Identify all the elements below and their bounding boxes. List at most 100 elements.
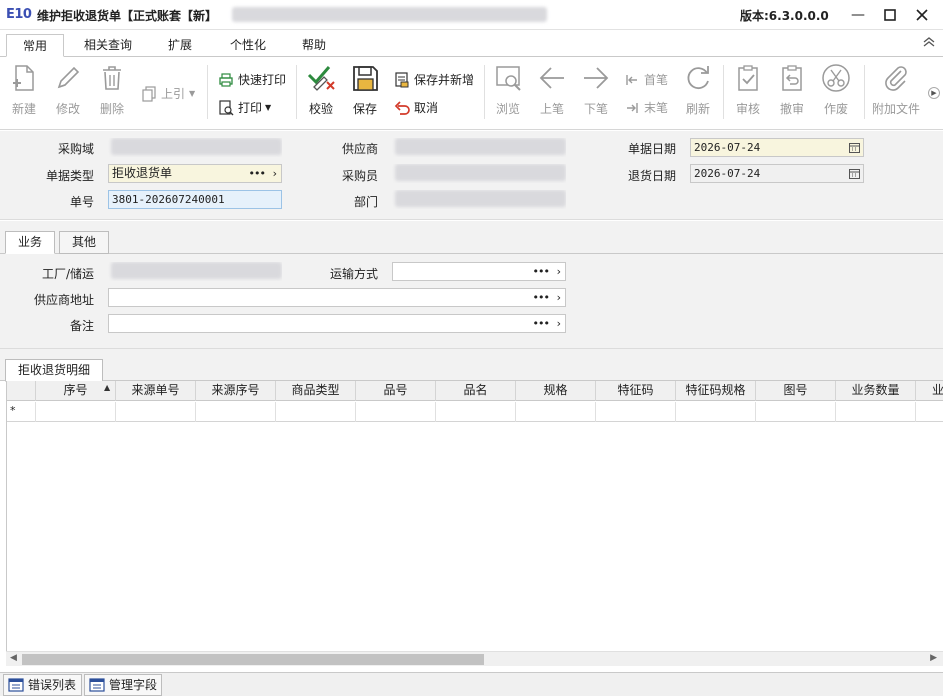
remark-label: 备注	[69, 319, 94, 333]
column-header[interactable]: 图号	[756, 381, 836, 401]
redacted-value	[111, 262, 282, 279]
attach-file-button[interactable]: 附加文件	[868, 57, 924, 127]
tab-reject-return-detail[interactable]: 拒收退货明细	[5, 359, 103, 382]
tab-common[interactable]: 常用	[6, 34, 64, 57]
refresh-button[interactable]: 刷新	[676, 57, 720, 127]
column-header[interactable]: 业务数量	[836, 381, 916, 401]
table-row[interactable]: *	[7, 402, 943, 422]
browse-icon	[496, 66, 521, 91]
arrow-left-icon	[539, 67, 564, 89]
scroll-left-icon[interactable]: ◀	[10, 653, 17, 663]
toolbar-separator	[723, 65, 724, 119]
doc-type-field[interactable]: 拒收退货单 ••• ›	[108, 164, 282, 183]
prev-record-button[interactable]: 上笔	[530, 57, 574, 127]
toolbar-separator	[484, 65, 485, 119]
plant-field[interactable]	[108, 262, 282, 281]
supplier-address-field[interactable]: ••• ›	[108, 288, 566, 307]
column-header[interactable]: 品号	[356, 381, 436, 401]
header-form: 采购域 单据类型 拒收退货单 ••• › 单号 3801-20260724000…	[0, 131, 943, 220]
purchase-domain-field[interactable]	[108, 138, 282, 157]
tab-other[interactable]: 其他	[59, 231, 109, 254]
doc-date-label: 单据日期	[627, 142, 676, 156]
tab-personalize[interactable]: 个性化	[222, 34, 274, 57]
bottom-tab-bar: 错误列表 管理字段	[0, 672, 943, 696]
ellipsis-icon[interactable]: •••	[533, 315, 550, 332]
tab-business[interactable]: 业务	[5, 231, 55, 254]
chevron-right-icon[interactable]: ›	[273, 165, 277, 182]
ellipsis-icon[interactable]: •••	[533, 263, 550, 280]
approve-button[interactable]: 审核	[726, 57, 770, 127]
horizontal-scrollbar[interactable]: ◀ ▶	[6, 651, 943, 666]
detail-grid[interactable]: 序号 来源单号 来源序号 商品类型 品号 品名 规格 特征码 特征码规格 图号 …	[6, 381, 943, 653]
plant-label: 工厂/储运	[41, 267, 94, 281]
tab-extend[interactable]: 扩展	[156, 34, 204, 57]
column-header[interactable]: 规格	[516, 381, 596, 401]
window-title: 维护拒收退货单【正式账套【新】	[37, 9, 218, 23]
cancel-button[interactable]: 取消	[394, 98, 444, 118]
column-header[interactable]: 品名	[436, 381, 516, 401]
ellipsis-icon[interactable]: •••	[249, 165, 266, 182]
calendar-icon[interactable]	[849, 168, 860, 179]
tab-help[interactable]: 帮助	[292, 34, 336, 57]
doc-type-label: 单据类型	[45, 169, 94, 183]
new-button[interactable]: 新建	[2, 57, 46, 127]
quick-print-button[interactable]: 快速打印	[218, 70, 292, 90]
purchase-domain-label: 采购域	[57, 142, 94, 156]
pencil-icon	[57, 66, 80, 89]
void-scissors-icon	[822, 64, 850, 92]
chevron-right-icon[interactable]: ›	[557, 263, 561, 280]
modify-button[interactable]: 修改	[46, 57, 90, 127]
chevron-right-icon[interactable]: ›	[557, 289, 561, 306]
toolbar-more-icon[interactable]: ▶	[928, 87, 940, 99]
save-button[interactable]: 保存	[343, 57, 387, 127]
doc-no-field[interactable]: 3801-202607240001	[108, 190, 282, 209]
browse-button[interactable]: 浏览	[486, 57, 530, 127]
dept-field[interactable]	[392, 190, 566, 209]
void-button[interactable]: 作废	[814, 57, 858, 127]
scroll-right-icon[interactable]: ▶	[930, 653, 937, 663]
verify-check-icon	[307, 66, 335, 91]
save-and-new-button[interactable]: 保存并新增	[394, 70, 480, 90]
maximize-icon[interactable]	[878, 4, 902, 26]
remark-field[interactable]: ••• ›	[108, 314, 566, 333]
column-header[interactable]: 商品类型	[276, 381, 356, 401]
column-header[interactable]: 来源单号	[116, 381, 196, 401]
calendar-icon[interactable]	[849, 142, 860, 153]
redacted-value	[395, 164, 566, 181]
tab-manage-fields[interactable]: 管理字段	[84, 674, 162, 696]
column-header[interactable]: 来源序号	[196, 381, 276, 401]
doc-date-field[interactable]: 2026-07-24	[690, 138, 864, 157]
delete-button[interactable]: 删除	[90, 57, 134, 127]
column-header[interactable]: 特征码	[596, 381, 676, 401]
print-button[interactable]: 打印 ▼	[218, 98, 278, 118]
ellipsis-icon[interactable]: •••	[533, 289, 550, 306]
tab-error-list[interactable]: 错误列表	[3, 674, 82, 696]
scrollbar-thumb[interactable]	[22, 654, 484, 665]
sort-ascending-icon: ▲	[104, 383, 111, 392]
verify-button[interactable]: 校验	[299, 57, 343, 127]
trash-icon	[103, 66, 121, 90]
return-date-field[interactable]: 2026-07-24	[690, 164, 864, 183]
sub-tab-bar: 业务 其他	[0, 221, 943, 254]
supplier-field[interactable]	[392, 138, 566, 157]
tab-related-query[interactable]: 相关查询	[76, 34, 140, 57]
unapprove-button[interactable]: 撤审	[770, 57, 814, 127]
first-record-button[interactable]: 首笔	[624, 70, 674, 90]
save-new-icon	[395, 72, 409, 88]
buyer-field[interactable]	[392, 164, 566, 183]
refresh-icon	[687, 66, 709, 90]
upper-ref-button[interactable]: 上引 ▼	[141, 84, 201, 104]
column-header[interactable]: 特征码规格	[676, 381, 756, 401]
collapse-ribbon-icon[interactable]	[923, 36, 935, 50]
next-record-button[interactable]: 下笔	[574, 57, 618, 127]
minimize-icon[interactable]: —	[846, 4, 870, 26]
title-bar: E10 维护拒收退货单【正式账套【新】 版本:6.3.0.0.0 —	[0, 0, 943, 30]
quick-print-icon	[219, 73, 233, 87]
transport-field[interactable]: ••• ›	[392, 262, 566, 281]
chevron-right-icon[interactable]: ›	[557, 315, 561, 332]
return-date-label: 退货日期	[627, 169, 676, 183]
new-document-icon	[13, 65, 34, 91]
column-header[interactable]: 业	[916, 381, 943, 401]
last-record-button[interactable]: 末笔	[624, 98, 674, 118]
close-icon[interactable]	[910, 4, 934, 26]
